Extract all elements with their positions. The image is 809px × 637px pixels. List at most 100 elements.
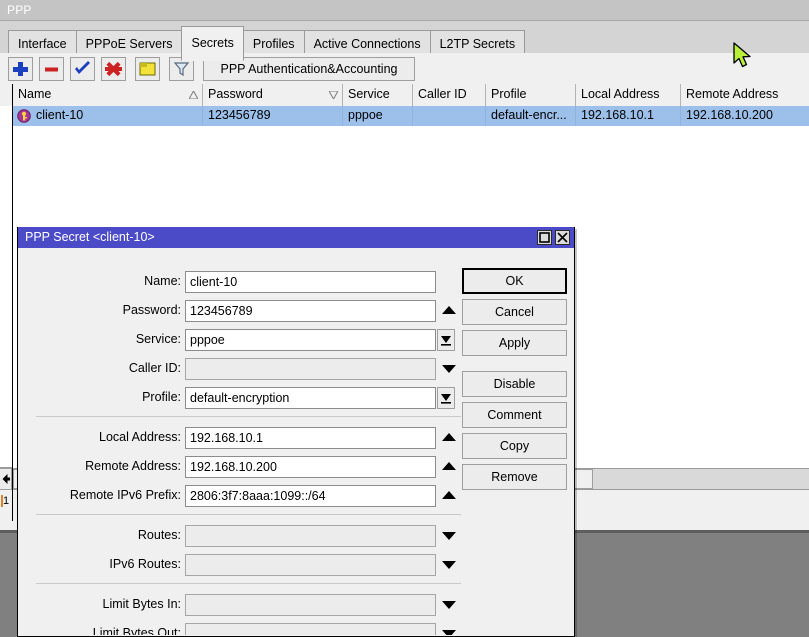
item-count-marker: [1, 495, 3, 507]
cell-password: 123456789: [203, 106, 343, 126]
chevron-down-icon: [438, 330, 454, 350]
grid-header-row: Name Password Service Caller ID Profile Local…: [13, 84, 809, 107]
field-row-limit-bytes-in: Limit Bytes In:: [18, 594, 463, 616]
column-header-label: Name: [18, 87, 51, 101]
tab-secrets[interactable]: Secrets: [181, 26, 243, 61]
item-count-label: 1: [3, 495, 9, 507]
field-row-password: Password:123456789: [18, 300, 463, 322]
sort-ascending-icon: [189, 91, 198, 99]
ok-button[interactable]: OK: [462, 268, 567, 294]
disable-button[interactable]: Disable: [462, 371, 567, 397]
label-password: Password:: [123, 300, 181, 322]
column-header-label: Remote Address: [686, 87, 778, 101]
expand-up-icon-local-address[interactable]: [439, 427, 461, 449]
expand-down-icon-limit-bytes-in[interactable]: [439, 594, 461, 616]
field-row-service: Service:pppoe: [18, 329, 463, 351]
expand-down-icon-caller-id[interactable]: [439, 358, 461, 380]
add-button[interactable]: [8, 57, 33, 81]
section-divider-2: [36, 514, 461, 515]
table-row[interactable]: client-10123456789pppoedefault-encr...19…: [13, 106, 809, 127]
input-limit-bytes-in[interactable]: [185, 594, 436, 616]
field-row-routes: Routes:: [18, 525, 463, 547]
label-name: Name:: [144, 271, 181, 293]
expand-up-icon-remote-address[interactable]: [439, 456, 461, 478]
section-divider-3: [36, 583, 461, 584]
label-caller-id: Caller ID:: [129, 358, 181, 380]
dropdown-button-profile[interactable]: [437, 387, 455, 409]
cell-remote-address: 192.168.10.200: [681, 106, 809, 126]
expand-down-icon-ipv6-routes[interactable]: [439, 554, 461, 576]
item-count: 1: [0, 490, 12, 512]
remove-button[interactable]: Remove: [462, 464, 567, 490]
copy-button[interactable]: Copy: [462, 433, 567, 459]
tab-strip: InterfacePPPoE ServersSecretsProfilesAct…: [0, 21, 809, 54]
input-caller-id[interactable]: [185, 358, 436, 380]
column-header-label: Local Address: [581, 87, 660, 101]
toolbar: PPP Authentication&Accounting: [0, 54, 809, 84]
table-left-gutter: 1: [0, 84, 13, 521]
cell-profile: default-encr...: [486, 106, 576, 126]
column-header-local-address[interactable]: Local Address: [576, 84, 681, 106]
label-routes: Routes:: [138, 525, 181, 547]
gutter-body: [0, 106, 12, 468]
column-header-profile[interactable]: Profile: [486, 84, 576, 106]
label-remote-address: Remote Address:: [85, 456, 181, 478]
column-header-label: Profile: [491, 87, 526, 101]
input-remote-address[interactable]: 192.168.10.200: [185, 456, 436, 478]
label-ipv6-routes: IPv6 Routes:: [109, 554, 181, 576]
label-limit-bytes-in: Limit Bytes In:: [103, 594, 182, 616]
apply-button[interactable]: Apply: [462, 330, 567, 356]
close-icon[interactable]: [555, 230, 570, 245]
input-ipv6-routes[interactable]: [185, 554, 436, 576]
comment-button[interactable]: Comment: [462, 402, 567, 428]
cell-local-address: 192.168.10.1: [576, 106, 681, 126]
remove-button[interactable]: [39, 57, 64, 81]
expand-down-icon-limit-bytes-out[interactable]: [439, 623, 461, 635]
expand-up-icon-remote-ipv6-prefix[interactable]: [439, 485, 461, 507]
chevron-down-icon: [438, 388, 454, 408]
field-row-caller-id: Caller ID:: [18, 358, 463, 380]
label-service: Service:: [136, 329, 181, 351]
column-header-name[interactable]: Name: [13, 84, 203, 106]
field-row-ipv6-routes: IPv6 Routes:: [18, 554, 463, 576]
dialog-title: PPP Secret <client-10>: [25, 230, 155, 244]
expand-down-icon-routes[interactable]: [439, 525, 461, 547]
cell-service: pppoe: [343, 106, 413, 126]
column-header-label: Service: [348, 87, 390, 101]
comment-button[interactable]: [135, 57, 160, 81]
expand-up-icon-password[interactable]: [439, 300, 461, 322]
enable-button[interactable]: [70, 57, 95, 81]
input-remote-ipv6-prefix[interactable]: 2806:3f7:8aaa:1099::/64: [185, 485, 436, 507]
cell-caller-id: [413, 106, 486, 126]
column-header-caller-id[interactable]: Caller ID: [413, 84, 486, 106]
field-row-profile: Profile:default-encryption: [18, 387, 463, 409]
ppp-secret-dialog: PPP Secret <client-10> Name:client-10Pas…: [17, 227, 575, 637]
field-row-remote-ipv6-prefix: Remote IPv6 Prefix:2806:3f7:8aaa:1099::/…: [18, 485, 463, 507]
input-routes[interactable]: [185, 525, 436, 547]
label-local-address: Local Address:: [99, 427, 181, 449]
input-limit-bytes-out[interactable]: [185, 623, 436, 635]
column-header-service[interactable]: Service: [343, 84, 413, 106]
input-service[interactable]: pppoe: [185, 329, 436, 351]
dropdown-button-service[interactable]: [437, 329, 455, 351]
sort-descending-icon: [329, 91, 338, 99]
input-local-address[interactable]: 192.168.10.1: [185, 427, 436, 449]
ppp-window-titlebar: PPP: [0, 0, 809, 20]
dialog-titlebar[interactable]: PPP Secret <client-10>: [18, 227, 574, 248]
column-header-label: Password: [208, 87, 263, 101]
label-profile: Profile:: [142, 387, 181, 409]
input-profile[interactable]: default-encryption: [185, 387, 436, 409]
column-header-password[interactable]: Password: [203, 84, 343, 106]
input-name[interactable]: client-10: [185, 271, 436, 293]
input-password[interactable]: 123456789: [185, 300, 436, 322]
column-header-remote-address[interactable]: Remote Address: [681, 84, 809, 106]
label-limit-bytes-out: Limit Bytes Out:: [93, 623, 181, 635]
collapse-arrow-button[interactable]: [0, 468, 12, 490]
cancel-button[interactable]: Cancel: [462, 299, 567, 325]
gutter-header: [0, 84, 12, 107]
field-row-name: Name:client-10: [18, 271, 463, 293]
maximize-icon[interactable]: [537, 230, 552, 245]
field-row-remote-address: Remote Address:192.168.10.200: [18, 456, 463, 478]
label-remote-ipv6-prefix: Remote IPv6 Prefix:: [70, 485, 181, 507]
disable-button[interactable]: [101, 57, 126, 81]
